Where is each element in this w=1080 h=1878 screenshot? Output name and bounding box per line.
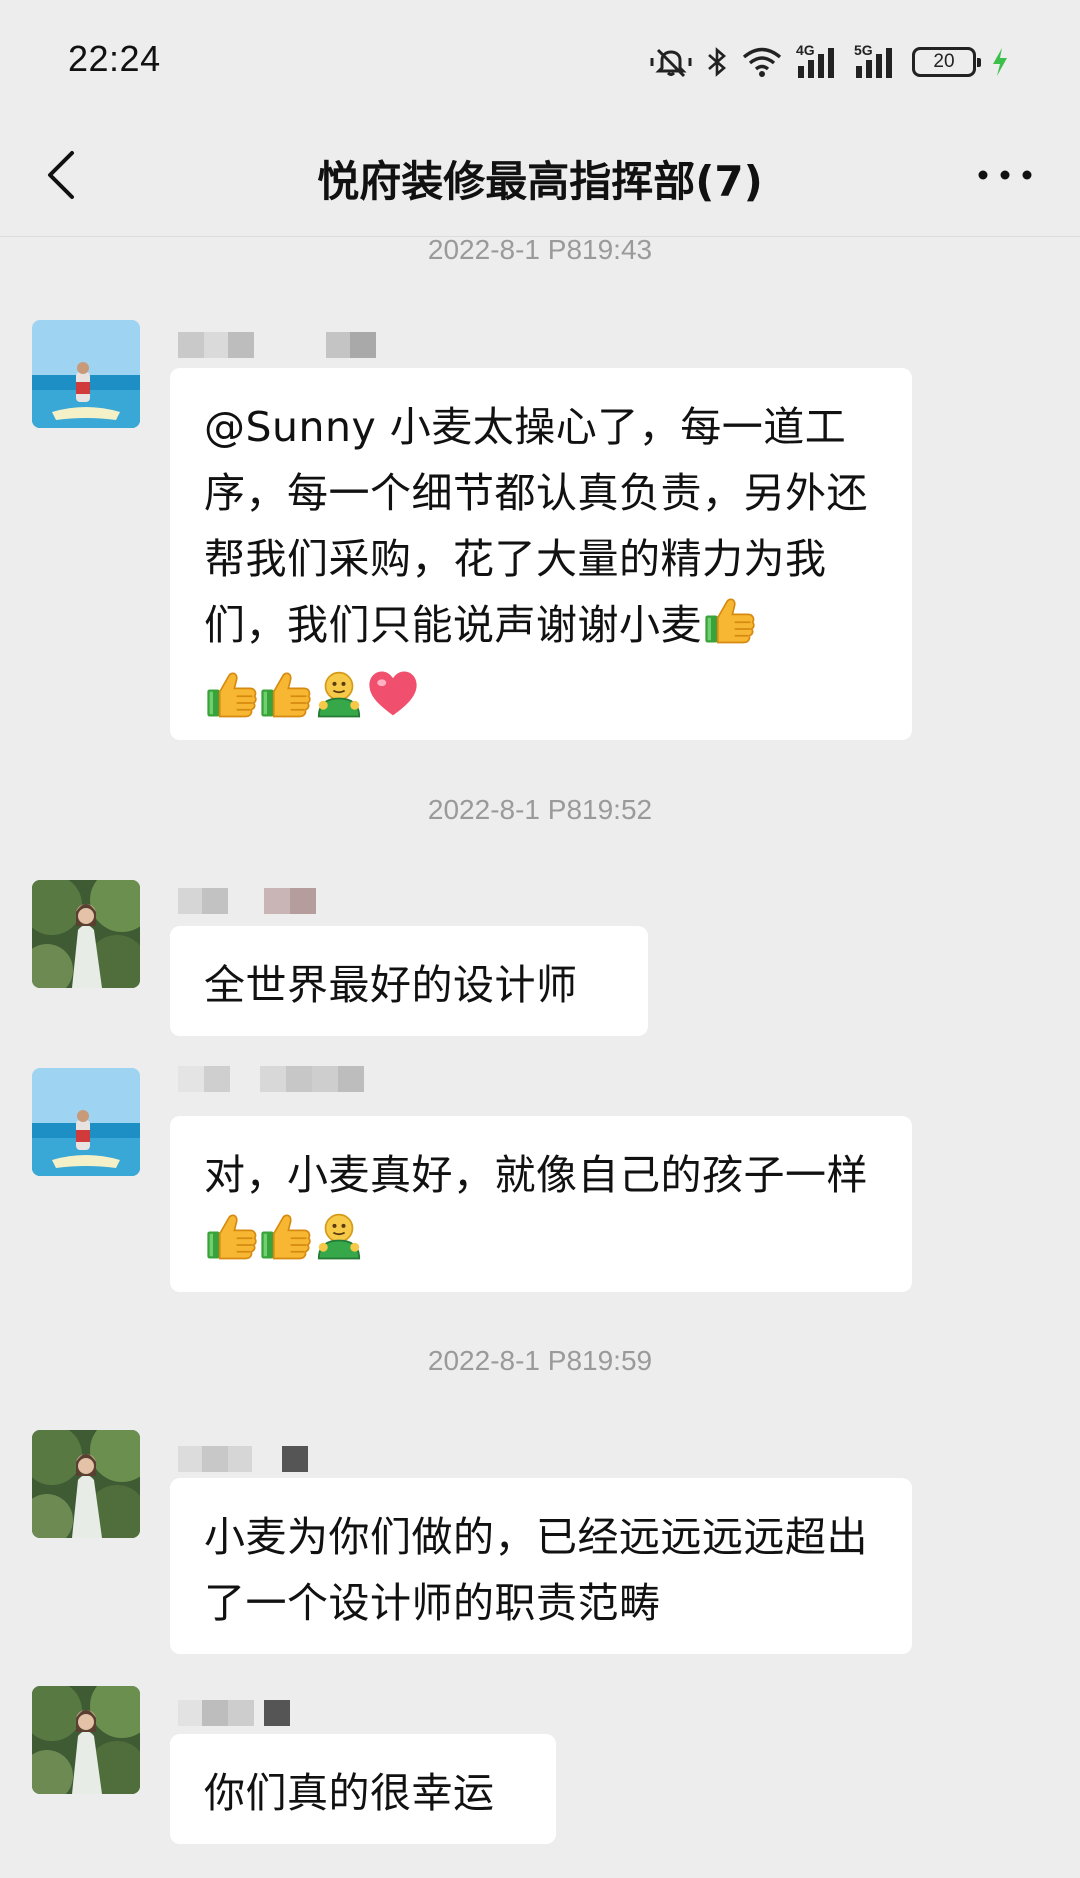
thumbs-up-icon: [258, 1209, 312, 1282]
sender-name-blurred: [178, 888, 316, 916]
message-timestamp: 2022-8-1 P819:43: [427, 234, 653, 265]
more-dots-icon: [978, 170, 1032, 180]
avatar[interactable]: [32, 880, 140, 988]
thumbs-up-icon: [204, 1209, 258, 1282]
charging-icon: [990, 46, 1010, 78]
status-icons: 4G 5G 20: [650, 40, 1010, 84]
red-heart-icon: [366, 667, 420, 740]
hug-icon: [312, 667, 366, 740]
wifi-icon: [742, 46, 782, 78]
message-timestamp: 2022-8-1 P819:52: [427, 794, 653, 825]
battery-icon: 20: [912, 47, 981, 77]
hug-icon: [312, 1209, 366, 1282]
thumbs-up-icon: [204, 667, 258, 740]
message-bubble[interactable]: 你们真的很幸运: [170, 1734, 556, 1844]
avatar[interactable]: [32, 1068, 140, 1176]
message-text: 全世界最好的设计师: [204, 961, 578, 1009]
thumbs-up-icon: [702, 593, 756, 666]
signal-5g-icon: 5G: [854, 42, 898, 80]
signal-4g-icon: 4G: [796, 42, 840, 80]
mute-vibrate-icon: [650, 46, 692, 78]
message-bubble[interactable]: 小麦为你们做的，已经远远远远超出了一个设计师的职责范畴: [170, 1478, 912, 1654]
message-text: @Sunny 小麦太操心了，每一道工序，每一个细节都认真负责，另外还帮我们采购，…: [204, 403, 868, 649]
sender-name-blurred: [178, 1066, 364, 1094]
message-bubble[interactable]: 对，小麦真好，就像自己的孩子一样: [170, 1116, 912, 1292]
sender-name-blurred: [178, 1446, 308, 1474]
battery-level: 20: [933, 51, 955, 72]
message-timestamp: 2022-8-1 P819:59: [427, 1345, 653, 1376]
more-options-button[interactable]: [970, 142, 1040, 208]
message-bubble[interactable]: @Sunny 小麦太操心了，每一道工序，每一个细节都认真负责，另外还帮我们采购，…: [170, 368, 912, 740]
message-bubble[interactable]: 全世界最好的设计师: [170, 926, 648, 1036]
message-text: 对，小麦真好，就像自己的孩子一样: [204, 1151, 868, 1199]
avatar[interactable]: [32, 1686, 140, 1794]
chat-title: 悦府装修最高指挥部(7): [317, 157, 763, 206]
bluetooth-icon: [706, 46, 728, 78]
chat-header: 悦府装修最高指挥部(7): [0, 120, 1080, 234]
status-time: 22:24: [68, 38, 161, 79]
thumbs-up-icon: [258, 667, 312, 740]
status-bar: 22:24 4G 5G 20: [0, 0, 1080, 120]
sender-name-blurred: [178, 332, 376, 360]
avatar[interactable]: [32, 320, 140, 428]
sender-name-blurred: [178, 1700, 290, 1728]
message-text: 小麦为你们做的，已经远远远远超出了一个设计师的职责范畴: [204, 1513, 868, 1627]
avatar[interactable]: [32, 1430, 140, 1538]
message-text: 你们真的很幸运: [204, 1769, 495, 1817]
